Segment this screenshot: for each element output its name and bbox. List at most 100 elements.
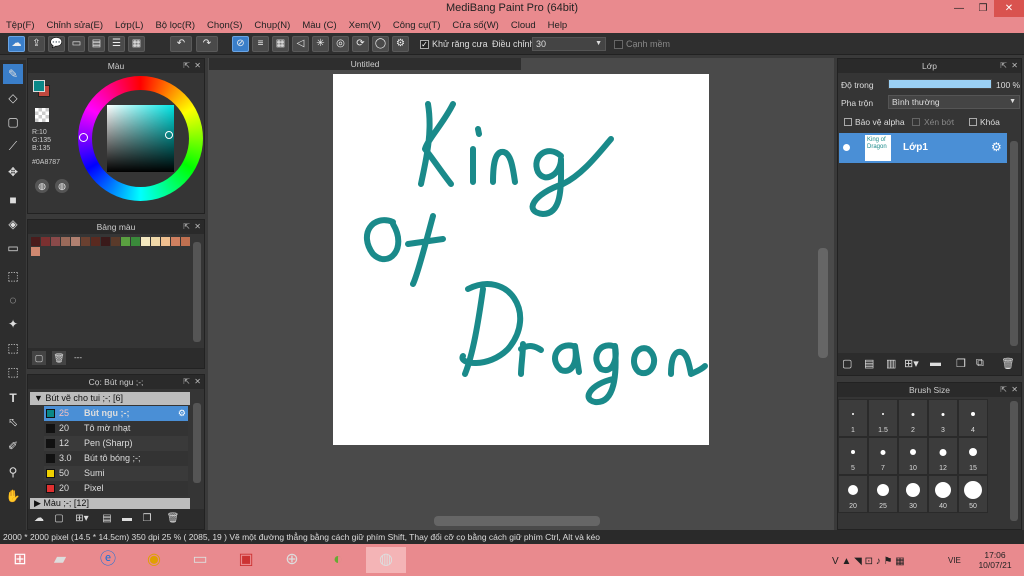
blend-select[interactable]: Bình thường ▼ [888,95,1020,109]
minimize-button[interactable]: — [946,0,972,17]
circle-snap-icon[interactable]: ◎ [332,36,349,52]
adjust-select[interactable]: 30 ▼ [532,37,606,51]
new-palette-icon[interactable]: ▢ [32,351,46,365]
app-icon[interactable]: ⊕ [276,547,308,573]
sv-cursor[interactable] [165,131,173,139]
menu-snap[interactable]: Chụp(N) [254,20,290,31]
new-brush-icon[interactable]: ▢ [52,512,66,526]
windows-start-icon[interactable]: ⊞ [4,547,36,573]
close-button[interactable]: ✕ [994,0,1024,17]
cloud-brush-icon[interactable]: ☁ [32,512,46,526]
brush-item[interactable]: 50 Sumi [44,466,188,481]
lasso-icon[interactable]: ◌ [3,290,23,310]
menu-cloud[interactable]: Cloud [511,20,536,31]
menu-select[interactable]: Chọn(S) [207,20,242,31]
add-brush-icon[interactable]: ⊞▾ [72,512,92,526]
move-tool-icon[interactable]: ✥ [3,162,23,182]
select-eraser-icon[interactable]: ⬚ [3,362,23,382]
chrome-icon[interactable]: ◉ [138,547,170,573]
palette-scrollbar[interactable] [193,242,201,342]
medibang-icon[interactable]: ◍ [366,547,406,573]
menu-layer[interactable]: Lớp(L) [115,20,143,31]
duplicate-icon[interactable]: ❐ [956,357,966,370]
opacity-slider[interactable] [888,79,992,89]
primary-color-swatch[interactable] [33,80,45,92]
eraser-tool-icon[interactable]: ◇ [3,88,23,108]
brush-size-cell[interactable]: 25 [868,475,898,513]
palette-swatch[interactable] [101,237,110,246]
menu-filter[interactable]: Bộ lọc(R) [155,20,195,31]
settings-snap-icon[interactable]: ⚙ [392,36,409,52]
canvas-paper[interactable] [333,74,709,445]
palette-swatch[interactable] [61,237,70,246]
brush-item[interactable]: 20 Pixel [44,481,188,496]
hand-tool-icon[interactable]: ✋ [3,486,23,506]
trash-icon[interactable]: 🗑 [1001,357,1015,370]
palette-swatch[interactable] [131,237,140,246]
popout-icon[interactable]: ⇱ [183,59,190,73]
grid-icon[interactable]: ▦ [128,36,145,52]
menu-tools[interactable]: Công cụ(T) [393,20,441,31]
fill-rect-icon[interactable]: ■ [3,190,23,210]
lock-checkbox[interactable] [969,118,977,126]
brush-group2-header[interactable]: ▶ Màu ;-; [12] [30,498,190,509]
popout-icon[interactable]: ⇱ [1000,59,1007,73]
cross-snap-icon[interactable]: ▦ [272,36,289,52]
palette-swatch[interactable] [31,237,40,246]
brush-tool-icon[interactable]: ✎ [3,64,23,84]
brush-scrollbar[interactable] [193,403,201,483]
palette-swatch[interactable] [161,237,170,246]
clock[interactable]: 17:06 10/07/21 [978,550,1012,570]
trash-icon[interactable]: 🗑 [52,351,66,365]
brush-size-cell[interactable]: 15 [958,437,988,475]
brush-group-header[interactable]: ▼ Bút vẽ cho tui ;-; [6] [30,392,190,405]
language-indicator[interactable]: VIE [948,556,961,565]
popout-icon[interactable]: ⇱ [1000,383,1007,397]
layer-row[interactable]: King of Dragon Lớp1 ⚙ [839,133,1007,163]
add-layer-dropdown-icon[interactable]: ⊞▾ [904,357,919,370]
text-tool-icon[interactable]: T [3,388,23,408]
smooth-checkbox[interactable] [614,40,623,49]
hue-cursor[interactable] [79,133,88,142]
canvas-vscrollbar[interactable] [818,248,828,358]
list-icon[interactable]: ☰ [108,36,125,52]
brush-item[interactable]: 20 Tô mờ nhạt [44,421,188,436]
brush-size-cell[interactable]: 12 [928,437,958,475]
brush-size-cell[interactable]: 1.5 [868,399,898,437]
vanish-snap-icon[interactable]: ◁ [292,36,309,52]
brush-size-cell[interactable]: 5 [838,437,868,475]
curve-snap-icon[interactable]: ⟳ [352,36,369,52]
menu-view[interactable]: Xem(V) [349,20,381,31]
redo-icon[interactable]: ↷ [196,36,218,52]
radial-snap-icon[interactable]: ✳ [312,36,329,52]
brush-size-cell[interactable]: 30 [898,475,928,513]
brush-size-cell[interactable]: 3 [928,399,958,437]
new-8bit-layer-icon[interactable]: ▥ [886,357,896,370]
undo-icon[interactable]: ↶ [170,36,192,52]
dropper-icon[interactable]: ✐ [3,436,23,456]
eyedropper-icon[interactable]: ⚲ [3,462,23,482]
maximize-button[interactable]: ❐ [970,0,996,17]
palette-swatch[interactable] [171,237,180,246]
saturation-value-square[interactable] [107,105,174,172]
close-icon[interactable]: ✕ [194,375,201,389]
new-halftone-layer-icon[interactable]: ▤ [864,357,874,370]
brush-size-cell[interactable]: 2 [898,399,928,437]
duplicate-icon[interactable]: ❐ [140,512,154,526]
trash-icon[interactable]: 🗑 [166,512,180,526]
menu-help[interactable]: Help [548,20,568,31]
operation-tool-icon[interactable]: ⬁ [3,412,23,432]
brush-size-cell[interactable]: 10 [898,437,928,475]
line-tool-icon[interactable]: ⟋ [3,136,23,156]
visibility-icon[interactable] [843,144,850,151]
close-icon[interactable]: ✕ [194,220,201,234]
popout-icon[interactable]: ⇱ [183,220,190,234]
comment-icon[interactable]: 💬 [48,36,65,52]
merge-icon[interactable]: ⧉ [976,357,984,370]
palette-swatch[interactable] [71,237,80,246]
palette-swatch[interactable] [51,237,60,246]
palette-swatch[interactable] [151,237,160,246]
palette-swatch[interactable] [141,237,150,246]
layer-scrollbar[interactable] [1010,141,1018,346]
message-icon[interactable]: ▭ [68,36,85,52]
